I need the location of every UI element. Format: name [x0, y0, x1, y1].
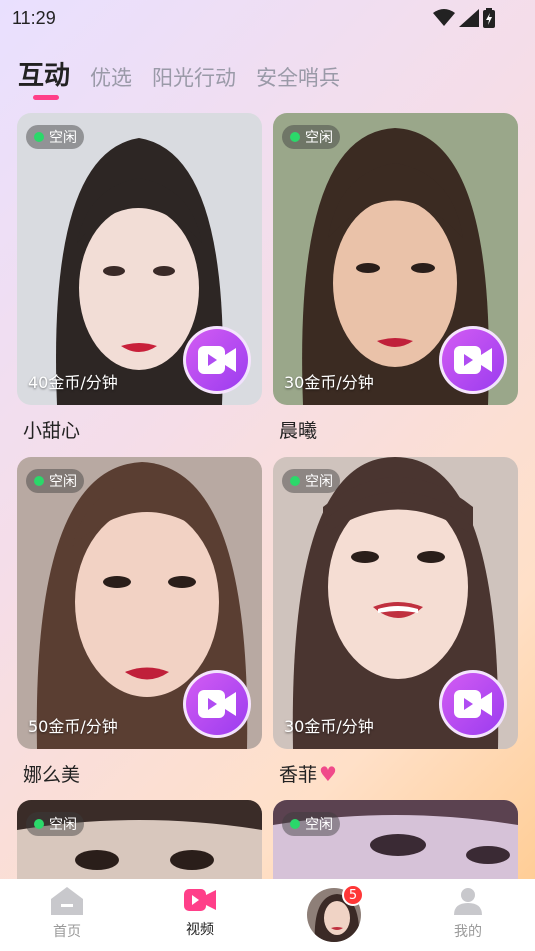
host-photo[interactable]: 空闲: [17, 800, 262, 879]
video-camera-icon: [454, 346, 492, 374]
host-photo[interactable]: 空闲 40金币/分钟: [17, 113, 262, 405]
host-name: 小甜心: [23, 416, 262, 443]
online-status-dot: [290, 132, 300, 142]
active-tab-indicator: [33, 95, 59, 100]
home-icon: [51, 887, 83, 915]
online-status-dot: [290, 476, 300, 486]
nav-home-label: 首页: [53, 924, 81, 940]
nav-video-label: 视频: [186, 922, 214, 938]
host-name-text: 娜么美: [23, 764, 81, 786]
status-badge: 空闲: [282, 469, 340, 493]
status-text: 空闲: [49, 130, 77, 146]
online-status-dot: [34, 476, 44, 486]
host-name-text: 香菲: [279, 764, 318, 786]
host-card[interactable]: 空闲: [273, 800, 518, 879]
video-icon: [184, 889, 216, 911]
tab-bar: 互动 优选 阳光行动 安全哨兵: [18, 55, 340, 92]
status-text: 空闲: [49, 474, 77, 490]
wifi-icon: [433, 9, 455, 26]
status-badge: 空闲: [282, 125, 340, 149]
host-card[interactable]: 空闲: [17, 800, 262, 879]
host-photo[interactable]: 空闲: [273, 800, 518, 879]
video-call-button[interactable]: [439, 670, 507, 738]
online-status-dot: [290, 819, 300, 829]
nav-mine[interactable]: 我的: [428, 887, 508, 941]
status-text: 空闲: [49, 817, 77, 833]
video-call-button[interactable]: [183, 326, 251, 394]
host-name: 香菲 ♥: [279, 760, 518, 787]
host-photo[interactable]: 空闲 30金币/分钟: [273, 113, 518, 405]
video-camera-icon: [454, 690, 492, 718]
video-call-button[interactable]: [439, 326, 507, 394]
price-label: 40金币/分钟: [28, 373, 118, 392]
notification-badge: 5: [342, 884, 364, 906]
host-card[interactable]: 空闲 40金币/分钟 小甜心: [17, 113, 262, 443]
price-label: 50金币/分钟: [28, 717, 118, 736]
video-camera-icon: [198, 346, 236, 374]
price-label: 30金币/分钟: [284, 373, 374, 392]
host-photo[interactable]: 空闲 30金币/分钟: [273, 457, 518, 749]
tab-interaction[interactable]: 互动: [18, 55, 70, 92]
online-status-dot: [34, 132, 44, 142]
price-label: 30金币/分钟: [284, 717, 374, 736]
tab-sunshine-action[interactable]: 阳光行动: [152, 62, 236, 92]
status-bar: 11:29: [0, 0, 535, 38]
nav-mine-label: 我的: [454, 924, 482, 940]
status-badge: 空闲: [26, 812, 84, 836]
host-name-text: 晨曦: [279, 420, 318, 442]
battery-icon: [483, 8, 495, 28]
online-status-dot: [34, 819, 44, 829]
status-text: 空闲: [305, 817, 333, 833]
nav-video[interactable]: 视频: [160, 887, 240, 939]
host-name: 晨曦: [279, 416, 518, 443]
nav-home[interactable]: 首页: [27, 887, 107, 941]
bottom-nav: 首页 视频 我的: [0, 879, 535, 951]
host-card[interactable]: 空闲 50金币/分钟 娜么美: [17, 457, 262, 787]
host-card[interactable]: 空闲 30金币/分钟 香菲 ♥: [273, 457, 518, 787]
status-text: 空闲: [305, 130, 333, 146]
heart-icon: ♥: [319, 761, 337, 786]
tab-featured[interactable]: 优选: [90, 62, 132, 92]
signal-icon: [459, 9, 479, 27]
status-badge: 空闲: [282, 812, 340, 836]
status-icons: [433, 8, 495, 28]
status-badge: 空闲: [26, 125, 84, 149]
person-icon: [454, 888, 482, 915]
tab-safety-sentinel[interactable]: 安全哨兵: [256, 62, 340, 92]
status-text: 空闲: [305, 474, 333, 490]
video-camera-icon: [198, 690, 236, 718]
video-call-button[interactable]: [183, 670, 251, 738]
host-name: 娜么美: [23, 760, 262, 787]
status-badge: 空闲: [26, 469, 84, 493]
host-photo[interactable]: 空闲 50金币/分钟: [17, 457, 262, 749]
host-name-text: 小甜心: [23, 420, 81, 442]
host-card[interactable]: 空闲 30金币/分钟 晨曦: [273, 113, 518, 443]
status-time: 11:29: [12, 8, 56, 28]
